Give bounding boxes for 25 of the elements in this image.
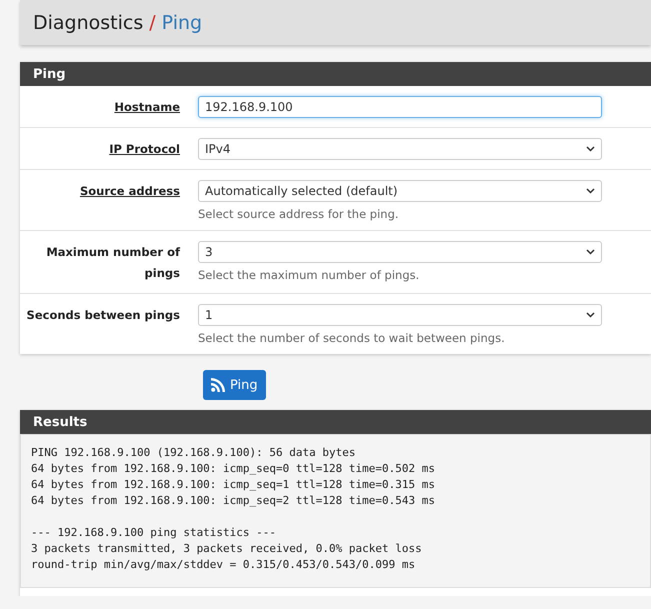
help-text: Select the maximum number of pings. [198, 268, 420, 282]
panel-title: Results [20, 410, 651, 434]
field-label: Seconds between pings [26, 307, 180, 324]
field-label: Maximum number of pings [45, 244, 180, 282]
chevron-down-icon [586, 312, 595, 318]
panel-title: Ping [20, 62, 651, 86]
rss-icon [211, 378, 225, 392]
ping-replies: PING 192.168.9.100 (192.168.9.100): 56 data bytes 64 bytes from 192.168.9.100: icmp_seq=0 ttl=128 time=0.502 ms 64 bytes from 192.168.9.100: icmp_seq=1 ttl=128 time=0.315 ms 64 bytes from 192.168.9.100: icmp_seq=2 ttl=128 time=0.543 ms [31, 445, 436, 509]
ping-statistics: --- 192.168.9.100 ping statistics --- 3 packets transmitted, 3 packets received, 0.0% packet loss round-trip min/avg/max/stddev = 0.315/0.453/0.543/0.099 ms [31, 525, 423, 573]
field-label[interactable]: Hostname [114, 96, 180, 118]
help-text: Select source address for the ping. [198, 207, 400, 221]
chevron-down-icon [586, 188, 595, 194]
field-label[interactable]: IP Protocol [109, 138, 180, 160]
select-dropdown[interactable]: Automatically selected (default) [198, 180, 602, 202]
chevron-down-icon [586, 146, 595, 152]
select-dropdown[interactable]: 3 [198, 241, 602, 263]
select-dropdown[interactable]: IPv4 [198, 138, 602, 160]
field-label[interactable]: Source address [80, 180, 180, 221]
ping-button[interactable]: Ping [203, 370, 266, 400]
hostname-field[interactable]: 192.168.9.100 [198, 96, 602, 118]
breadcrumb-separator: / [149, 12, 156, 34]
help-text: Select the number of seconds to wait between pings. [198, 331, 506, 345]
breadcrumb-section: Diagnostics [33, 12, 144, 34]
chevron-down-icon [586, 249, 595, 255]
select-dropdown[interactable]: 1 [198, 304, 602, 326]
